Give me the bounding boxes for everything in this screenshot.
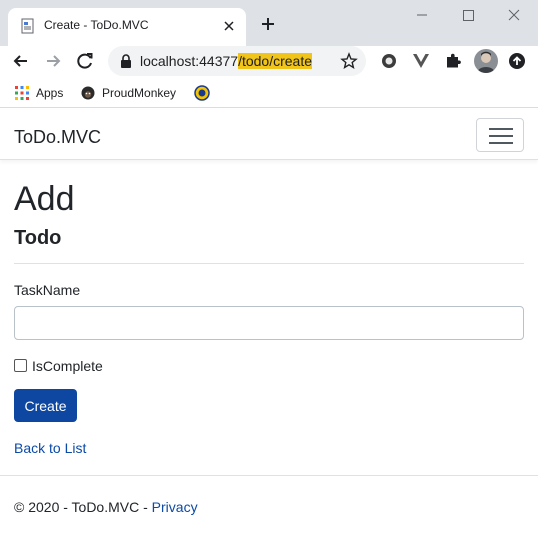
navbar-toggler-button[interactable] <box>476 118 524 152</box>
privacy-link[interactable]: Privacy <box>152 499 198 515</box>
iscomplete-checkbox[interactable] <box>14 359 27 372</box>
page-heading: Add <box>14 180 75 218</box>
new-tab-plus-icon[interactable] <box>258 14 278 34</box>
page-favicon-icon <box>21 18 34 34</box>
update-arrow-icon[interactable] <box>508 52 526 70</box>
bookmark-label: ProudMonkey <box>102 86 177 100</box>
browser-toolbar: localhost:44377/todo/create <box>0 46 538 76</box>
back-arrow-icon[interactable] <box>10 50 32 72</box>
profile-person-icon <box>477 51 495 73</box>
browser-tab[interactable]: Create - ToDo.MVC <box>8 8 246 46</box>
minimize-window-icon[interactable] <box>402 4 442 26</box>
taskname-label: TaskName <box>14 282 81 298</box>
extension-circle-icon[interactable] <box>380 52 398 70</box>
monkey-icon <box>81 86 95 100</box>
vue-devtools-icon[interactable] <box>412 52 430 70</box>
page-subheading: Todo <box>14 227 62 249</box>
footer-copyright: © 2020 - ToDo.MVC - <box>14 499 152 515</box>
footer-divider <box>0 475 538 476</box>
bookmark-label: Apps <box>36 86 64 100</box>
back-to-list-link[interactable]: Back to List <box>14 440 86 456</box>
forward-arrow-icon[interactable] <box>42 50 64 72</box>
close-tab-icon[interactable] <box>222 19 236 33</box>
section-divider <box>14 263 524 264</box>
tab-title: Create - ToDo.MVC <box>44 18 149 32</box>
url-path: /todo/create <box>238 53 313 69</box>
site-footer: © 2020 - ToDo.MVC - Privacy <box>14 499 198 515</box>
url-host: localhost:44377 <box>140 53 239 69</box>
maximize-window-icon[interactable] <box>448 4 488 26</box>
site-navbar: ToDo.MVC <box>0 110 538 160</box>
hamburger-icon-bar <box>489 142 513 144</box>
extensions-puzzle-icon[interactable] <box>444 52 462 70</box>
iscomplete-label[interactable]: IsComplete <box>32 358 103 374</box>
apps-grid-icon <box>15 86 29 100</box>
url-text: localhost:44377/todo/create <box>140 53 313 69</box>
hamburger-icon-bar <box>489 135 513 137</box>
extension-bookmark-icon <box>194 85 210 101</box>
profile-avatar[interactable] <box>474 49 498 73</box>
hamburger-icon-bar <box>489 128 513 130</box>
bookmarks-bar: Apps ProudMonkey <box>0 78 538 108</box>
navbar-brand[interactable]: ToDo.MVC <box>14 127 101 148</box>
bookmark-star-icon[interactable] <box>340 52 358 70</box>
reload-icon[interactable] <box>74 50 96 72</box>
browser-titlebar: Create - ToDo.MVC <box>0 0 538 46</box>
create-button[interactable]: Create <box>14 389 77 422</box>
close-window-icon[interactable] <box>494 4 534 26</box>
lock-icon[interactable] <box>120 54 132 68</box>
page-content: ToDo.MVC Add Todo TaskName IsComplete Cr… <box>0 110 538 534</box>
taskname-input[interactable] <box>14 306 524 340</box>
address-bar[interactable]: localhost:44377/todo/create <box>108 46 366 76</box>
